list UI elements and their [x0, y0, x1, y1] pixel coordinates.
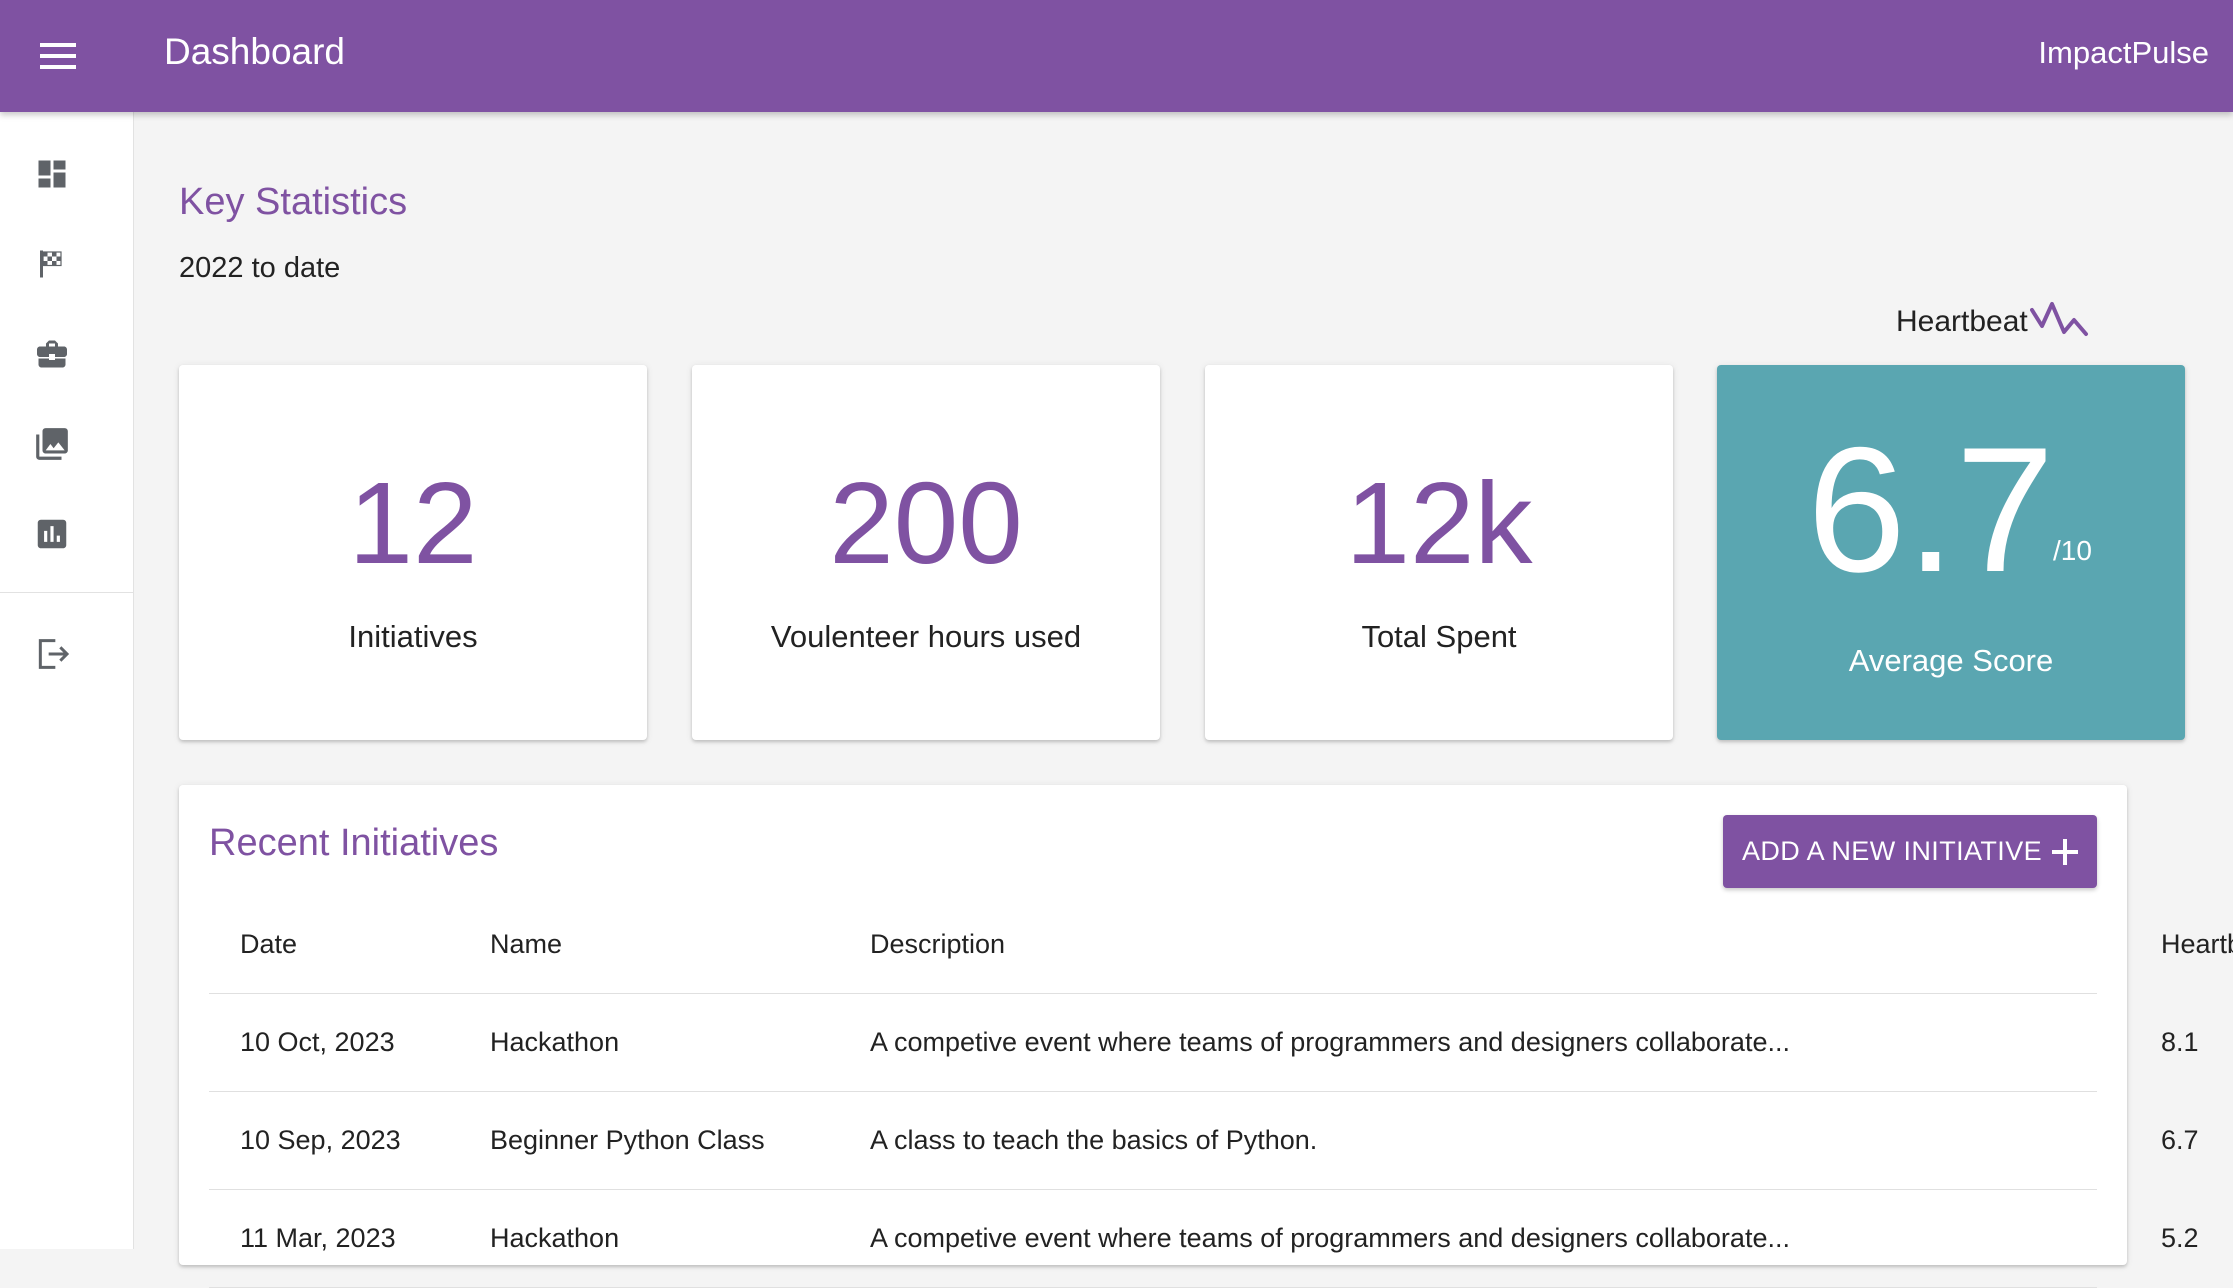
average-score-value: 6.7 — [1807, 410, 2055, 609]
nav-item-goals[interactable] — [0, 226, 103, 302]
logout-icon — [38, 639, 69, 669]
plus-icon — [2052, 838, 2079, 865]
nav-item-initiatives[interactable] — [0, 316, 103, 392]
statistics-period: 2022 to date — [179, 252, 341, 284]
dashboard-icon — [38, 160, 65, 188]
cell-heartbeat: 8.1 — [2161, 1026, 2199, 1057]
nav-item-dashboard[interactable] — [0, 136, 103, 212]
app-bar: Dashboard ImpactPulse — [0, 0, 2233, 112]
table-row[interactable]: 10 Sep, 2023 Beginner Python Class A cla… — [209, 1091, 2199, 1190]
recent-initiatives-panel: Recent Initiatives ADD A NEW INITIATIVE … — [179, 785, 2233, 1288]
bar-chart-icon — [37, 519, 66, 549]
cell-name: Beginner Python Class — [490, 1124, 765, 1155]
stat-value: 200 — [829, 458, 1023, 588]
checkered-flag-icon — [39, 250, 62, 278]
stat-card-initiatives: 12 Initiatives — [179, 365, 647, 740]
menu-button[interactable] — [28, 28, 88, 84]
table-row[interactable]: 11 Mar, 2023 Hackathon A competive event… — [209, 1189, 2199, 1288]
add-initiative-label: ADD A NEW INITIATIVE — [1741, 836, 2043, 866]
cell-heartbeat: 5.2 — [2161, 1222, 2199, 1253]
nav-item-logout[interactable] — [0, 616, 103, 692]
cell-name: Hackathon — [490, 1222, 620, 1253]
average-score-suffix: /10 — [2053, 535, 2092, 566]
stat-label: Initiatives — [348, 619, 478, 654]
stat-card-volunteer-hours: 200 Voulenteer hours used — [692, 365, 1160, 740]
cell-heartbeat: 6.7 — [2161, 1124, 2199, 1155]
cell-date: 11 Mar, 2023 — [240, 1222, 396, 1253]
nav-item-reports[interactable] — [0, 496, 103, 572]
cell-description: A competive event where teams of program… — [870, 1026, 1790, 1057]
table-row[interactable]: 10 Oct, 2023 Hackathon A competive event… — [209, 993, 2199, 1092]
stat-label: Total Spent — [1361, 619, 1517, 654]
side-nav — [0, 112, 134, 1249]
key-statistics-title: Key Statistics — [179, 181, 408, 223]
column-header-name[interactable]: Name — [490, 895, 562, 993]
page-title: Dashboard — [164, 31, 346, 72]
stat-card-average-score: 6.7 /10 Average Score — [1717, 365, 2185, 740]
column-header-heartbeat[interactable]: Heartbeat — [2161, 895, 2233, 993]
heartbeat-label: Heartbeat — [1896, 300, 2090, 344]
photo-library-icon — [35, 428, 68, 460]
heartbeat-label-text: Heartbeat — [1896, 305, 2028, 338]
menu-icon — [40, 43, 76, 69]
stat-label: Voulenteer hours used — [770, 619, 1082, 654]
cell-date: 10 Oct, 2023 — [240, 1026, 395, 1057]
cell-name: Hackathon — [490, 1026, 620, 1057]
stat-value: 12k — [1345, 458, 1533, 588]
stat-value: 12 — [348, 458, 478, 588]
brand-name: ImpactPulse — [2038, 35, 2209, 70]
stat-card-total-spent: 12k Total Spent — [1205, 365, 1673, 740]
nav-item-gallery[interactable] — [0, 406, 103, 482]
cell-description: A class to teach the basics of Python. — [870, 1124, 1318, 1155]
cell-date: 10 Sep, 2023 — [240, 1124, 401, 1155]
column-header-date[interactable]: Date — [240, 895, 297, 993]
column-header-description[interactable]: Description — [870, 895, 1005, 993]
nav-divider — [0, 592, 133, 593]
average-score-label: Average Score — [1848, 643, 2054, 678]
add-initiative-button[interactable]: ADD A NEW INITIATIVE — [1723, 815, 2097, 888]
heartbeat-icon — [2029, 302, 2088, 336]
cell-description: A competive event where teams of program… — [870, 1222, 1790, 1253]
table-header-row: Date Name Description Heartbeat — [209, 895, 2233, 994]
briefcase-icon — [36, 340, 67, 368]
recent-initiatives-title: Recent Initiatives — [209, 822, 499, 864]
